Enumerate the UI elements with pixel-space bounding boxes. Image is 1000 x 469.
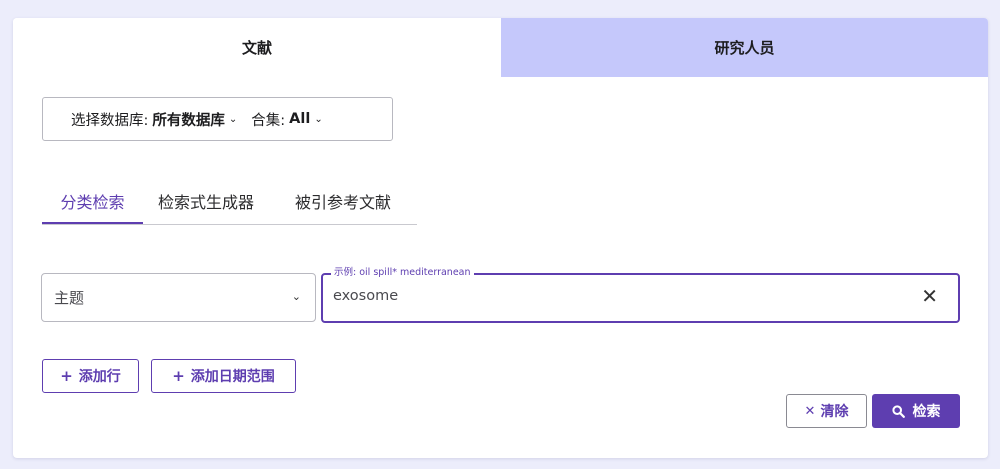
tab-documents-label: 文献	[241, 39, 272, 57]
add-row-button[interactable]: + 添加行	[42, 359, 139, 393]
add-date-range-button[interactable]: + 添加日期范围	[151, 359, 296, 393]
database-value[interactable]: 所有数据库	[152, 109, 225, 130]
search-field-select[interactable]: 主题 ⌄	[41, 273, 316, 322]
add-date-range-label: 添加日期范围	[190, 369, 275, 385]
tab-query-builder-label: 检索式生成器	[158, 193, 255, 212]
clear-label: 清除	[820, 404, 849, 420]
tab-researchers-label: 研究人员	[714, 39, 775, 57]
search-icon	[891, 404, 905, 418]
search-query-field[interactable]: 示例: oil spill* mediterranean exosome ✕	[321, 267, 960, 323]
tab-basic-search-label: 分类检索	[60, 192, 125, 212]
tab-researchers[interactable]: 研究人员	[501, 18, 988, 77]
tab-documents[interactable]: 文献	[13, 18, 501, 77]
chevron-down-icon: ⌄	[291, 290, 301, 303]
plus-icon: +	[172, 367, 185, 385]
chevron-down-icon[interactable]: ⌄	[229, 114, 237, 125]
tab-query-builder[interactable]: 检索式生成器	[158, 179, 254, 223]
database-label: 选择数据库:	[71, 112, 149, 129]
tab-cited-references[interactable]: 被引参考文献	[295, 179, 391, 223]
database-selector[interactable]: 选择数据库: 所有数据库 ⌄ 合集: All ⌄	[42, 97, 393, 141]
chevron-down-icon[interactable]: ⌄	[314, 114, 322, 125]
add-row-label: 添加行	[78, 369, 121, 385]
collection-value[interactable]: All	[289, 111, 310, 127]
close-icon[interactable]: ✕	[921, 286, 938, 306]
search-field-value: 主题	[54, 289, 85, 307]
search-button[interactable]: 检索	[872, 394, 960, 428]
close-icon: ✕	[804, 403, 816, 419]
tab-basic-search[interactable]: 分类检索	[42, 179, 143, 224]
search-label: 检索	[912, 404, 941, 420]
search-mode-tabs: 分类检索 检索式生成器 被引参考文献	[42, 179, 417, 225]
clear-button[interactable]: ✕ 清除	[786, 394, 867, 428]
search-card: 文献 研究人员 选择数据库: 所有数据库 ⌄ 合集: All ⌄ 分类检索 检索…	[13, 18, 988, 458]
tab-cited-references-label: 被引参考文献	[295, 193, 392, 212]
query-example-label: 示例: oil spill* mediterranean	[331, 267, 474, 279]
collection-label: 合集:	[251, 112, 286, 129]
search-query-input[interactable]: exosome	[333, 288, 398, 304]
plus-icon: +	[60, 367, 73, 385]
